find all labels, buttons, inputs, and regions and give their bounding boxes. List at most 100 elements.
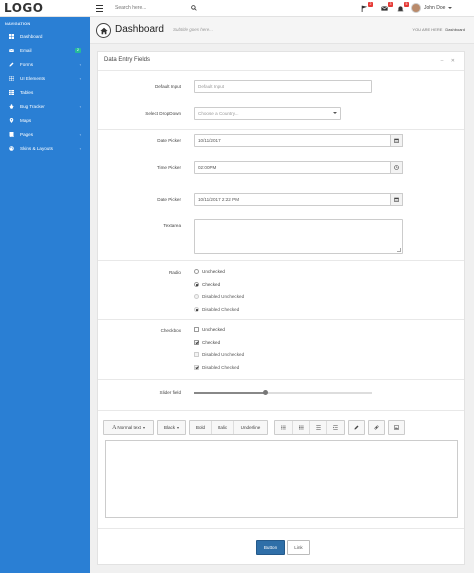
table-icon <box>8 90 14 96</box>
link-icon <box>369 421 384 434</box>
checkbox-disabled-checked: Disabled Checked <box>194 364 239 371</box>
sidebar-item-pages[interactable]: Pages ‹ <box>0 128 90 141</box>
count-badge: 2 <box>74 48 81 53</box>
radio-button <box>194 294 199 299</box>
checkbox-unchecked[interactable]: Unchecked <box>194 326 225 333</box>
sidebar-item-label: Tables <box>20 90 34 95</box>
option-label: Disabled Unchecked <box>202 352 245 357</box>
sidebar-item-email[interactable]: Email 2 <box>0 44 90 57</box>
checkbox <box>194 365 199 370</box>
date-picker-input[interactable]: 10/11/2017 <box>194 134 403 147</box>
option-label: Unchecked <box>202 269 225 274</box>
pencil-icon <box>349 421 364 434</box>
radio-unchecked[interactable]: Unchecked <box>194 268 225 275</box>
text-format-group: Bold Italic Underline <box>189 420 268 435</box>
outdent-icon[interactable] <box>310 421 327 434</box>
logo: LOGO <box>4 1 44 15</box>
font-style-dropdown[interactable]: A Normal text <box>103 420 154 435</box>
ordered-list-icon[interactable] <box>293 421 310 434</box>
chevron-left-icon: ‹ <box>79 76 81 81</box>
slider-label: Slider field <box>159 390 181 395</box>
sidebar-title: NAVIGATION <box>5 22 31 26</box>
option-label: Checked <box>202 282 221 287</box>
flag-notification[interactable]: 2 <box>361 2 373 13</box>
chevron-left-icon: ‹ <box>79 146 81 151</box>
font-color-dropdown[interactable]: Black <box>157 420 186 435</box>
divider <box>98 528 464 529</box>
checkbox[interactable] <box>194 327 199 332</box>
panel-title: Data Entry Fields <box>104 57 151 63</box>
checkbox[interactable] <box>194 340 199 345</box>
calendar-icon[interactable] <box>390 134 403 147</box>
sidebar-item-skins-layouts[interactable]: Skins & Layouts ‹ <box>0 142 90 155</box>
panel-tools[interactable]: – ✕ <box>441 58 458 64</box>
unordered-list-icon[interactable] <box>275 421 293 434</box>
time-picker-input[interactable]: 02:00PM <box>194 161 403 174</box>
chevron-down-icon <box>177 426 180 429</box>
menu-toggle-icon[interactable] <box>96 5 103 12</box>
chevron-left-icon: ‹ <box>79 104 81 109</box>
sidebar-item-bug-tracker[interactable]: Bug Tracker ‹ <box>0 100 90 113</box>
divider <box>98 260 464 261</box>
option-label: Unchecked <box>202 327 225 332</box>
sidebar-item-ui-elements[interactable]: UI Elements ‹ <box>0 72 90 85</box>
breadcrumb-current[interactable]: Dashboard <box>445 27 465 32</box>
pencil-button[interactable] <box>348 420 365 435</box>
sidebar-item-maps[interactable]: Maps <box>0 114 90 127</box>
data-entry-panel: Data Entry Fields – ✕ Default Input Defa… <box>97 51 465 565</box>
radio-button[interactable] <box>194 269 199 274</box>
divider <box>98 319 464 320</box>
sidebar-item-label: UI Elements <box>20 76 46 81</box>
radio-button[interactable] <box>194 282 199 287</box>
chevron-down-icon <box>333 112 337 114</box>
calendar-icon[interactable] <box>390 193 403 206</box>
sidebar-item-label: Dashboard <box>20 34 43 39</box>
breadcrumb: YOU ARE HERE Dashboard <box>412 27 465 32</box>
scrollbar-track[interactable] <box>470 44 474 573</box>
radio-checked[interactable]: Checked <box>194 281 220 288</box>
checkbox-checked[interactable]: Checked <box>194 339 220 346</box>
slider-handle[interactable] <box>262 390 268 395</box>
user-name: John Doe <box>424 5 446 11</box>
mail-notification[interactable]: 3 <box>381 2 393 13</box>
sidebar-item-label: Email <box>20 48 32 53</box>
datetime-picker-input[interactable]: 10/11/2017 2:22 PM <box>194 193 403 206</box>
flag-icon <box>361 5 368 12</box>
resize-handle[interactable] <box>397 248 401 252</box>
option-label: Disabled Checked <box>202 307 240 312</box>
link-button[interactable]: Link <box>287 540 310 555</box>
country-select[interactable]: Choose a Country... <box>194 107 341 120</box>
bell-notification[interactable]: 5 <box>397 2 409 13</box>
bell-icon <box>397 6 404 12</box>
search-icon[interactable] <box>191 5 197 11</box>
sidebar-item-forms[interactable]: Forms ‹ <box>0 58 90 71</box>
search-box[interactable] <box>115 3 199 13</box>
textarea-label: Textarea <box>163 223 181 228</box>
page-subtitle: Subtitle goes here... <box>173 27 214 32</box>
search-input[interactable] <box>115 5 187 11</box>
time-picker-label: Time Picker <box>156 165 181 170</box>
slider-track[interactable] <box>194 390 372 395</box>
sidebar-item-tables[interactable]: Tables <box>0 86 90 99</box>
checkbox-label: Checkbox <box>160 328 181 333</box>
page-title: Dashboard <box>115 24 164 35</box>
chevron-left-icon: ‹ <box>79 62 81 67</box>
pages-icon <box>8 132 14 138</box>
link-button[interactable] <box>368 420 385 435</box>
bold-button[interactable]: Bold <box>190 421 212 434</box>
option-label: Disabled Checked <box>202 365 240 370</box>
italic-button[interactable]: Italic <box>212 421 234 434</box>
default-input[interactable]: Default Input <box>194 80 372 93</box>
user-menu[interactable]: John Doe <box>411 2 453 14</box>
select-label: Select DropDown <box>145 111 181 116</box>
textarea[interactable] <box>194 219 403 254</box>
clock-icon[interactable] <box>390 161 403 174</box>
image-button[interactable] <box>388 420 405 435</box>
home-icon[interactable] <box>96 23 111 38</box>
primary-button[interactable]: Button <box>256 540 285 555</box>
indent-icon[interactable] <box>327 421 344 434</box>
sidebar-item-dashboard[interactable]: Dashboard <box>0 30 90 43</box>
underline-button[interactable]: Underline <box>234 421 267 434</box>
rich-text-editor[interactable] <box>105 440 458 518</box>
mail-icon <box>8 48 14 54</box>
